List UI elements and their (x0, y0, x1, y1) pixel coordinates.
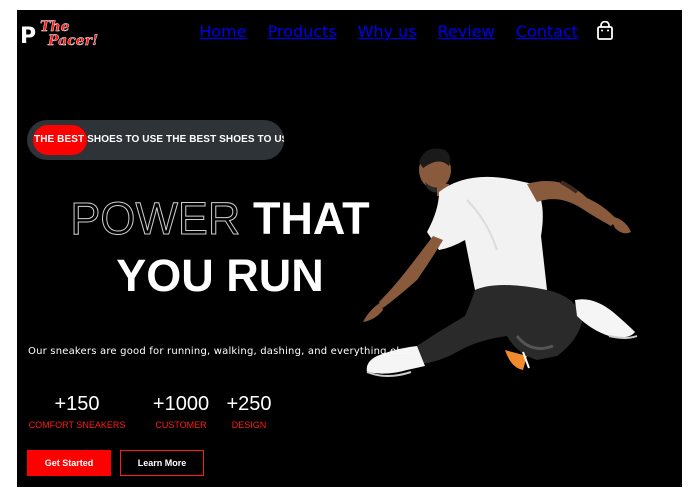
logo-line-2: Pacer! (48, 33, 99, 49)
stats-row: +150 COMFORT SNEAKERS +1000 CUSTOMER +25… (25, 393, 295, 432)
headline-outline-word: POWER (70, 193, 241, 245)
headline-line-1: POWER THAT (45, 190, 395, 247)
tagline-badge: THE BEST SHOES TO USE THE BEST SHOES TO … (27, 120, 284, 160)
hero-athlete-image (363, 148, 638, 377)
stat-label: DESIGN (231, 420, 267, 430)
logo-wordmark: The Pacer! (40, 20, 130, 48)
stat-label: CUSTOMER (155, 420, 207, 430)
logo-letter: P (20, 24, 37, 49)
stat-customer: +1000 CUSTOMER (147, 393, 215, 432)
stat-label: COMFORT SNEAKERS (28, 420, 126, 430)
stat-value: +250 (226, 393, 272, 415)
hero-section: P The Pacer! Home Products Why us Review… (17, 10, 682, 487)
hero-description: Our sneakers are good for running, walki… (28, 346, 413, 357)
shopping-bag-icon[interactable] (596, 20, 614, 41)
nav-contact[interactable]: Contact (516, 22, 578, 41)
main-nav: Home Products Why us Review Contact (199, 22, 578, 41)
brand-logo[interactable]: P The Pacer! (20, 20, 140, 52)
nav-review[interactable]: Review (438, 22, 495, 41)
stat-comfort-sneakers: +150 COMFORT SNEAKERS (25, 393, 129, 432)
badge-text: THE BEST SHOES TO USE THE BEST SHOES TO … (34, 134, 284, 145)
hero-headline: POWER THAT YOU RUN (45, 190, 395, 304)
nav-products[interactable]: Products (268, 22, 337, 41)
stat-value: +1000 (152, 393, 210, 415)
logo-line-1: The (40, 19, 70, 35)
nav-home[interactable]: Home (199, 22, 246, 41)
learn-more-button[interactable]: Learn More (120, 450, 204, 476)
nav-why-us[interactable]: Why us (358, 22, 417, 41)
stat-value: +150 (54, 393, 100, 415)
headline-line-2: YOU RUN (116, 250, 324, 301)
stat-design: +250 DESIGN (221, 393, 277, 432)
get-started-button[interactable]: Get Started (27, 450, 111, 476)
